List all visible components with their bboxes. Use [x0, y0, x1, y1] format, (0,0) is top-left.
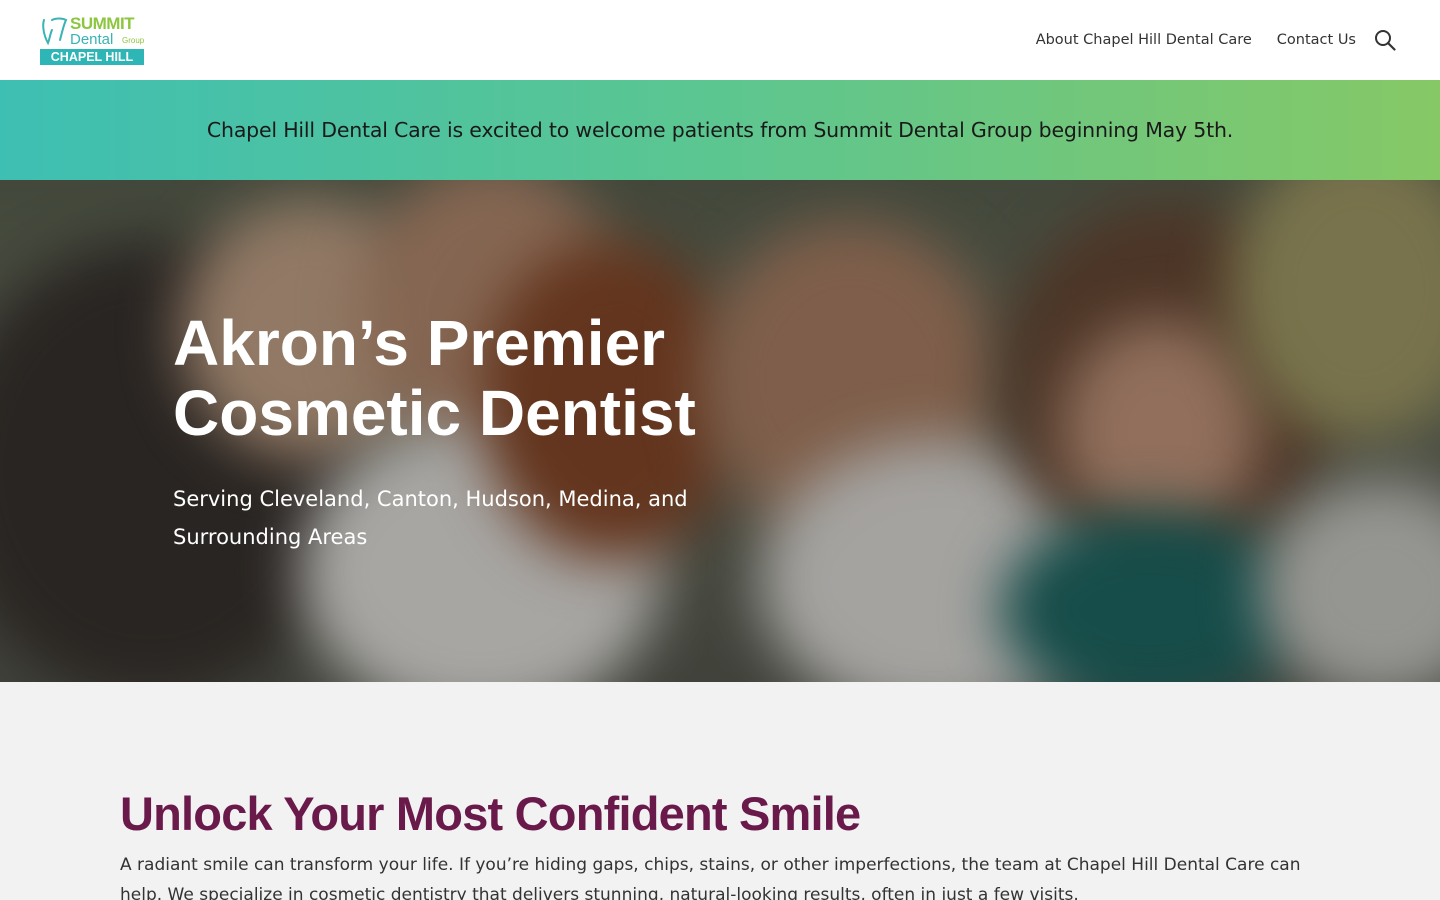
hero-title: Akron’s Premier Cosmetic Dentist [173, 307, 696, 449]
hero-subtitle: Serving Cleveland, Canton, Hudson, Medin… [173, 487, 688, 549]
search-icon[interactable] [1374, 29, 1396, 51]
hero-section: Akron’s Premier Cosmetic Dentist Serving… [0, 180, 1440, 682]
site-header: SUMMIT Dental Group CHAPEL HILL About Ch… [0, 0, 1440, 80]
intro-heading: Unlock Your Most Confident Smile [120, 787, 861, 840]
logo-dental-text: Dental [70, 31, 114, 48]
logo-group-text: Group [122, 36, 145, 45]
intro-body: A radiant smile can transform your life.… [120, 855, 1301, 900]
announcement-text: Chapel Hill Dental Care is excited to we… [206, 118, 1234, 142]
logo-location-text: CHAPEL HILL [40, 49, 144, 65]
nav-link-contact[interactable]: Contact Us [1277, 32, 1356, 48]
tooth-logo-icon [42, 17, 68, 46]
nav-link-about[interactable]: About Chapel Hill Dental Care [1036, 32, 1252, 48]
intro-section: Unlock Your Most Confident Smile A radia… [0, 682, 1440, 900]
site-logo[interactable]: SUMMIT Dental Group CHAPEL HILL [40, 14, 144, 66]
announcement-banner: Chapel Hill Dental Care is excited to we… [0, 80, 1440, 180]
main-nav: About Chapel Hill Dental Care Contact Us [1036, 0, 1356, 80]
